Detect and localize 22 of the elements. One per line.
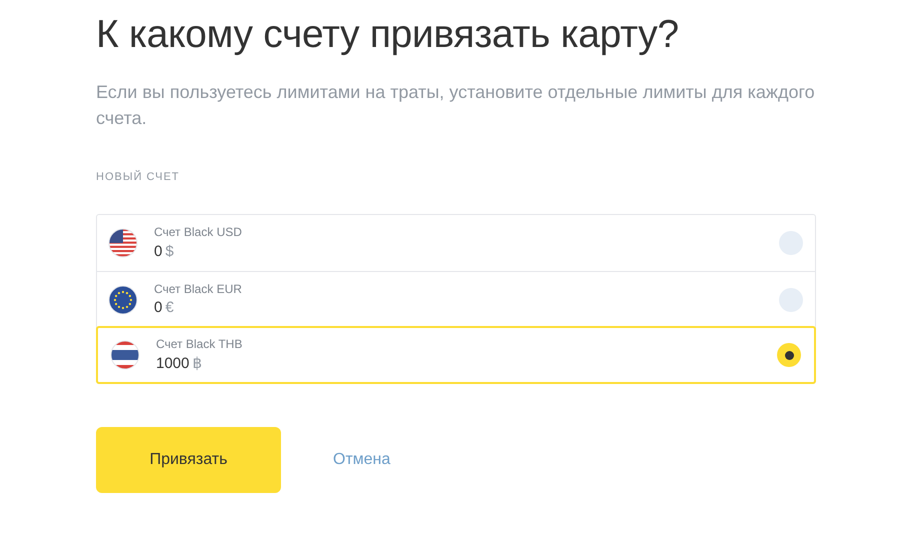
section-label: НОВЫЙ СЧЕТ <box>96 169 181 185</box>
page-title: К какому счету привязать карту? <box>96 12 680 58</box>
description-text: Если вы пользуетесь лимитами на траты, установите отдельные лимиты для каждого счета. <box>96 80 816 130</box>
account-balance: 1000 <box>156 354 190 372</box>
currency-symbol: $ <box>165 242 174 260</box>
radio-button[interactable] <box>779 231 803 256</box>
account-option[interactable]: Счет Black USD 0 $ <box>97 215 815 272</box>
account-option[interactable]: Счет Black THB 1000 ฿ <box>96 326 816 384</box>
currency-symbol: € <box>165 299 174 316</box>
account-name: Счет Black THB <box>156 337 244 353</box>
account-name: Счет Black EUR <box>154 282 243 298</box>
currency-symbol: ฿ <box>192 354 202 372</box>
account-balance: 0 <box>154 242 162 260</box>
link-button[interactable]: Привязать <box>96 427 281 494</box>
radio-button[interactable] <box>777 343 801 368</box>
account-balance: 0 <box>154 299 162 316</box>
flag-icon <box>108 228 138 258</box>
flag-icon <box>108 284 138 315</box>
account-name: Счет Black USD <box>154 225 243 241</box>
radio-button[interactable] <box>779 288 803 312</box>
account-option[interactable]: Счет Black EUR 0 € <box>97 271 815 328</box>
flag-icon <box>110 340 140 370</box>
